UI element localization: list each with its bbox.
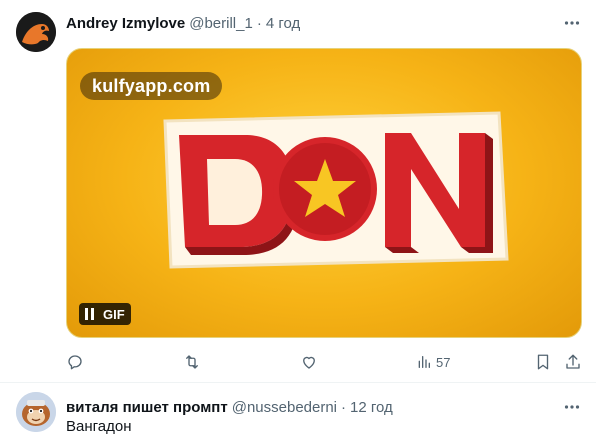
views-button[interactable]: 57 (416, 352, 450, 372)
bookmark-icon (537, 354, 549, 370)
reply-icon (68, 355, 82, 370)
more-icon (564, 21, 580, 25)
kulfy-watermark: kulfyapp.com (80, 72, 223, 100)
avatar-image (16, 392, 56, 432)
tweet-header: виталя пишет промпт @nussebederni · 12 г… (66, 397, 393, 417)
avatar[interactable] (16, 392, 56, 432)
tweet-actions: 57 (66, 352, 582, 372)
separator: · (256, 14, 262, 32)
separator: · (341, 398, 347, 416)
like-button[interactable] (300, 352, 322, 372)
share-button[interactable] (564, 352, 582, 372)
more-icon (564, 405, 580, 409)
reply-button[interactable] (66, 352, 88, 372)
avatar[interactable] (16, 12, 56, 52)
more-options-button[interactable] (562, 13, 582, 33)
gif-media[interactable]: kulfyapp.com GIF (66, 48, 582, 338)
gif-controls[interactable]: GIF (79, 303, 131, 325)
timestamp[interactable]: 12 год (350, 399, 393, 416)
author-handle[interactable]: @berill_1 (189, 15, 253, 32)
author-handle[interactable]: @nussebederni (232, 399, 337, 416)
timestamp[interactable]: 4 год (266, 15, 300, 32)
tweet[interactable]: Andrey Izmylove @berill_1 · 4 год kulfya… (0, 0, 596, 383)
retweet-button[interactable] (182, 352, 206, 372)
tweet-header: Andrey Izmylove @berill_1 · 4 год (66, 13, 300, 33)
views-count: 57 (436, 354, 451, 370)
bookmark-button[interactable] (534, 352, 552, 372)
pause-icon[interactable] (85, 308, 95, 320)
gif-badge: GIF (103, 306, 125, 322)
avatar-image (16, 12, 56, 52)
views-icon (418, 356, 430, 368)
author-name[interactable]: Andrey Izmylove (66, 15, 185, 32)
more-options-button[interactable] (562, 397, 582, 417)
heart-icon (303, 356, 315, 369)
retweet-icon (186, 355, 198, 369)
author-name[interactable]: виталя пишет промпт (66, 399, 228, 416)
share-icon (566, 354, 580, 369)
tweet-text: Вангадон (66, 418, 132, 435)
